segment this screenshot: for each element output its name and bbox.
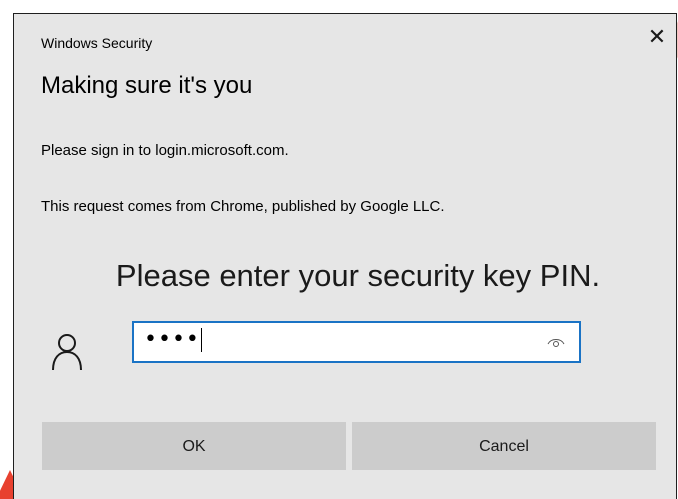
security-dialog: Windows Security ✕ Making sure it's you … [13, 13, 677, 499]
pin-prompt: Please enter your security key PIN. [115, 258, 601, 293]
text-caret [200, 328, 202, 352]
cancel-button[interactable]: Cancel [352, 422, 656, 470]
request-source-text: This request comes from Chrome, publishe… [41, 198, 445, 215]
eye-icon[interactable] [547, 333, 565, 351]
close-button[interactable]: ✕ [642, 23, 672, 53]
sign-in-text: Please sign in to login.microsoft.com. [41, 142, 289, 159]
ok-button[interactable]: OK [42, 422, 346, 470]
window-title: Windows Security [41, 35, 153, 51]
dialog-heading: Making sure it's you [41, 72, 253, 99]
close-icon: ✕ [647, 25, 667, 50]
pin-input[interactable]: •••• [132, 321, 581, 363]
pin-input-value: •••• [144, 327, 202, 352]
user-icon [52, 334, 82, 371]
